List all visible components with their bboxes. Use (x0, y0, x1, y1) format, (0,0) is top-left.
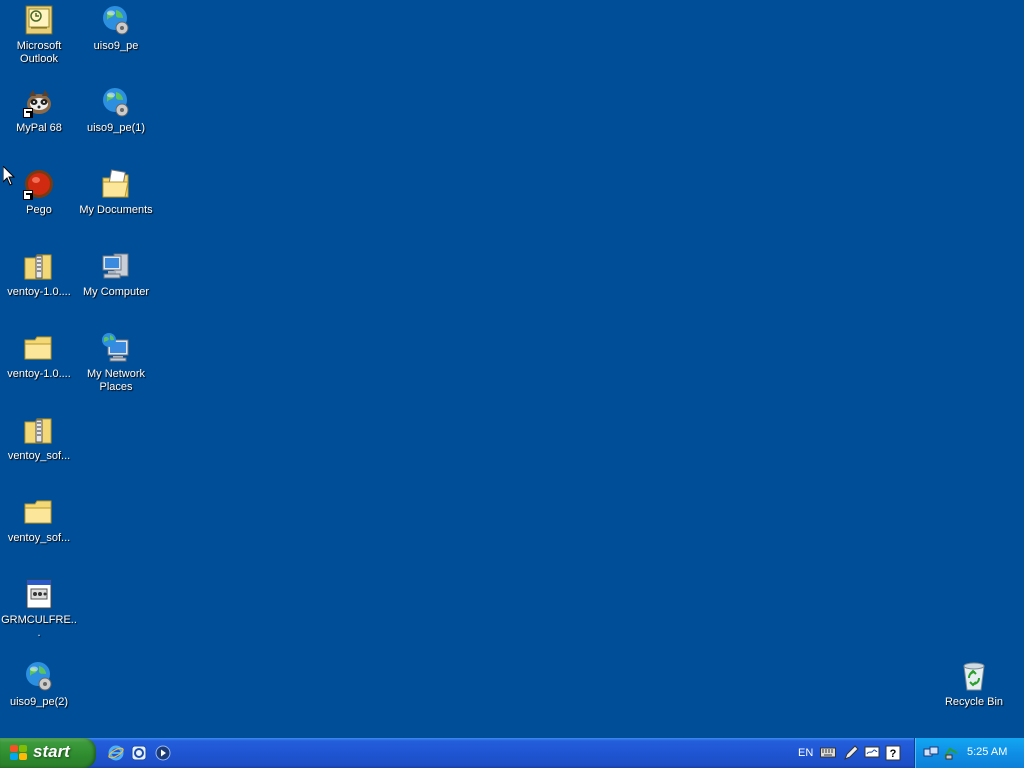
pen-icon[interactable] (843, 745, 859, 764)
browser-icon (131, 745, 147, 761)
desktop-icon-label: My Computer (82, 286, 150, 298)
my-computer-icon (100, 250, 132, 282)
quick-launch-internet-explorer[interactable] (104, 738, 128, 768)
desktop-icon-my-network-places[interactable]: My Network Places (77, 332, 155, 394)
handwriting-icon[interactable] (864, 745, 880, 764)
desktop-icon-label: MyPal 68 (16, 122, 62, 134)
desktop-icon-label: Recycle Bin (944, 696, 1004, 708)
desktop-icon-label: Microsoft Outlook (16, 40, 62, 65)
desktop-icon-label: ventoy_sof... (7, 532, 71, 544)
svg-text:?: ? (890, 748, 897, 760)
mouse-cursor-icon (2, 164, 16, 189)
globe-icon (23, 660, 55, 692)
desktop-icon-label: ventoy-1.0.... (7, 286, 71, 298)
desktop-icon-label: uiso9_pe (93, 40, 139, 52)
desktop-icon-ventoy-sof-folder[interactable]: ventoy_sof... (0, 496, 78, 545)
desktop-icon-mypal[interactable]: MyPal 68 (0, 86, 78, 135)
disc-image-icon (23, 578, 55, 610)
desktop-icon-my-computer[interactable]: My Computer (77, 250, 155, 299)
pego-icon (23, 168, 55, 200)
folder-icon (23, 332, 55, 364)
globe-icon (100, 4, 132, 36)
globe-icon (100, 86, 132, 118)
desktop-icon-recycle-bin[interactable]: Recycle Bin (935, 660, 1013, 709)
desktop-icon-uiso9-pe[interactable]: uiso9_pe (77, 4, 155, 53)
recycle-bin-icon (958, 660, 990, 692)
media-player-icon (155, 745, 171, 761)
language-indicator[interactable]: EN (798, 747, 813, 759)
quick-launch-browser[interactable] (127, 738, 151, 768)
desktop-icon-label: uiso9_pe(1) (86, 122, 146, 134)
desktop-icon-label: ventoy-1.0.... (7, 368, 71, 380)
desktop-icon-uiso9-pe-2[interactable]: uiso9_pe(2) (0, 660, 78, 709)
desktop-icon-label: ventoy_sof... (7, 450, 71, 462)
help-icon[interactable]: ? (885, 745, 901, 764)
desktop: Microsoft Outlook MyPal 68 Pego ventoy-1… (0, 0, 1024, 738)
start-label: start (33, 742, 70, 761)
zip-folder-icon (23, 250, 55, 282)
clock[interactable]: 5:25 AM (967, 746, 1007, 758)
quick-launch-media-player[interactable] (151, 738, 175, 768)
taskbar: start EN ? 5:25 AM (0, 738, 1024, 768)
zip-folder-icon (23, 414, 55, 446)
desktop-icon-label: GRMCULFRE... (1, 614, 77, 639)
network-connection-icon[interactable] (923, 745, 939, 764)
start-button[interactable]: start (0, 738, 96, 768)
desktop-icon-label: My Network Places (86, 368, 146, 393)
shortcut-arrow-icon (23, 190, 33, 200)
desktop-icon-outlook[interactable]: Microsoft Outlook (0, 4, 78, 66)
network-places-icon (100, 332, 132, 364)
system-tray: 5:25 AM (914, 738, 1024, 768)
desktop-icon-label: My Documents (79, 204, 153, 216)
desktop-icon-ventoy-sof-zip[interactable]: ventoy_sof... (0, 414, 78, 463)
my-documents-icon (100, 168, 132, 200)
internet-explorer-icon (108, 745, 124, 761)
folder-icon (23, 496, 55, 528)
mypal-icon (23, 86, 55, 118)
desktop-icon-grmculfre[interactable]: GRMCULFRE... (0, 578, 78, 640)
desktop-icon-my-documents[interactable]: My Documents (77, 168, 155, 217)
keyboard-icon[interactable] (820, 745, 836, 762)
desktop-icon-ventoy-folder-1[interactable]: ventoy-1.0.... (0, 332, 78, 381)
outlook-icon (23, 4, 55, 36)
desktop-icon-ventoy-zip-1[interactable]: ventoy-1.0.... (0, 250, 78, 299)
desktop-icon-uiso9-pe-1[interactable]: uiso9_pe(1) (77, 86, 155, 135)
windows-logo-icon (10, 745, 28, 761)
desktop-icon-label: uiso9_pe(2) (9, 696, 69, 708)
safely-remove-hardware-icon[interactable] (943, 745, 959, 764)
shortcut-arrow-icon (23, 108, 33, 118)
desktop-icon-label: Pego (26, 204, 52, 216)
